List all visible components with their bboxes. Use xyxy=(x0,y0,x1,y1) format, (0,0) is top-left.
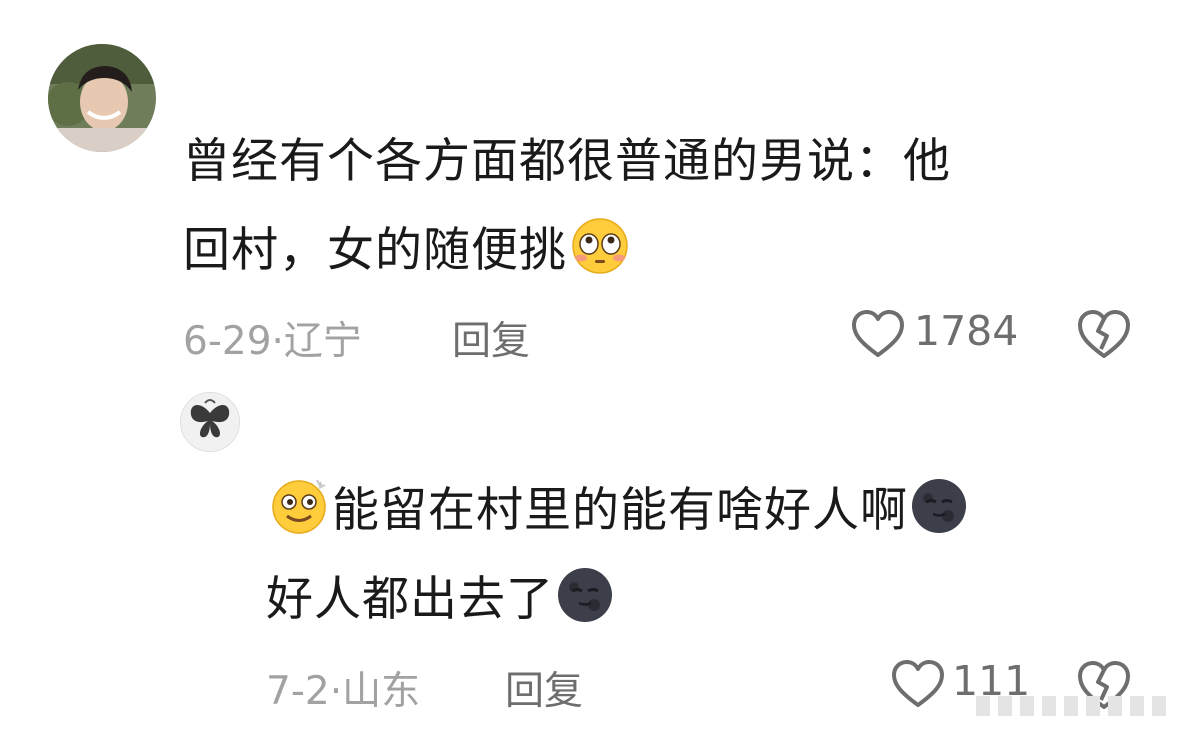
comment-location: 辽宁 xyxy=(283,319,362,364)
comment-text-line: 好人都出去了 xyxy=(266,560,616,648)
comment-text: 能留在村里的能有啥好人啊 xyxy=(332,483,908,538)
avatar[interactable] xyxy=(48,44,156,152)
comment-text: 曾经有个各方面都很普通的男说：他 xyxy=(183,134,951,189)
comment-text-line: 能留在村里的能有啥好人啊 xyxy=(266,471,970,559)
dizzy-smile-face-icon xyxy=(268,478,330,559)
comment-meta: 6-29·辽宁 xyxy=(183,319,362,364)
comment-date: 6-29 xyxy=(183,319,272,364)
comment-meta: 7-2·山东 xyxy=(266,669,421,714)
comment-text: 好人都出去了 xyxy=(266,572,554,627)
comment-location: 山东 xyxy=(342,669,421,714)
comment-text: 回村，女的随便挑 xyxy=(183,223,567,278)
reply-button[interactable]: 回复 xyxy=(505,660,583,716)
reply-button[interactable]: 回复 xyxy=(452,310,530,366)
watermark xyxy=(972,690,1172,722)
comment-date: 7-2 xyxy=(266,669,330,714)
broken-heart-icon[interactable] xyxy=(1076,307,1132,365)
comment-text-line: 回村，女的随便挑 xyxy=(183,211,633,299)
heart-outline-icon[interactable] xyxy=(850,308,906,364)
like-count: 1784 xyxy=(914,307,1019,355)
new-moon-face-icon xyxy=(910,478,968,559)
flushed-face-icon xyxy=(569,218,631,299)
heart-outline-icon[interactable] xyxy=(890,658,946,714)
new-moon-face-icon xyxy=(556,567,614,648)
avatar[interactable] xyxy=(180,392,240,452)
comment-text-line: 曾经有个各方面都很普通的男说：他 xyxy=(183,122,951,202)
